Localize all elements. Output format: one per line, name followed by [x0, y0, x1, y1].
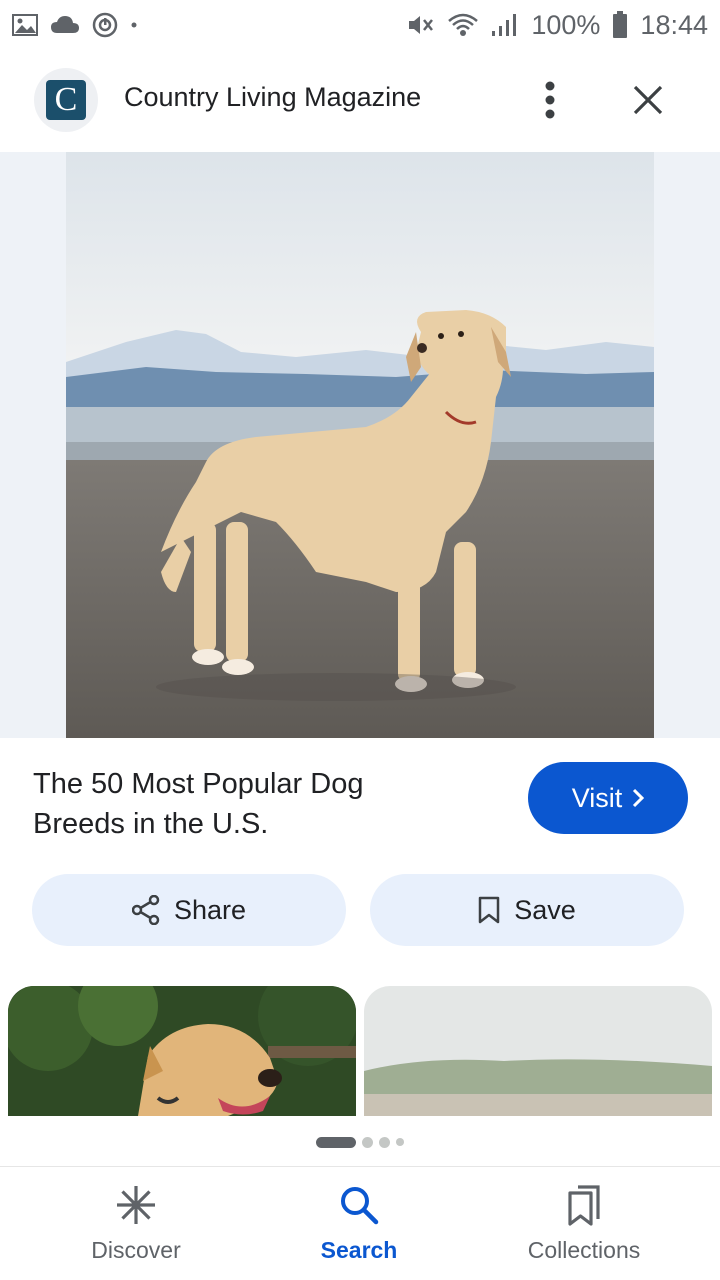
wifi-icon: [447, 12, 479, 38]
collections-icon: [568, 1185, 600, 1226]
visit-button[interactable]: Visit: [528, 762, 688, 834]
asterisk-icon: [117, 1186, 155, 1224]
site-logo[interactable]: C: [34, 68, 98, 132]
nav-discover[interactable]: Discover: [36, 1183, 236, 1273]
cloud-icon: [50, 15, 80, 35]
bookmark-icon: [478, 896, 500, 924]
source-header: C Country Living Magazine: [0, 60, 720, 140]
close-icon: [633, 85, 663, 115]
save-button[interactable]: Save: [370, 874, 684, 946]
sync-icon: [92, 12, 118, 38]
nav-collections-label: Collections: [527, 1237, 641, 1263]
signal-icon: [491, 13, 519, 37]
page-dot: [379, 1136, 390, 1148]
battery-icon: [612, 11, 628, 39]
page-dot-active: [316, 1136, 356, 1148]
share-button[interactable]: Share: [32, 874, 346, 946]
nav-discover-label: Discover: [91, 1237, 181, 1263]
result-title[interactable]: The 50 Most Popular Dog Breeds in the U.…: [33, 764, 453, 844]
related-image-2[interactable]: [364, 986, 712, 1116]
share-icon: [131, 895, 160, 925]
clock: 18:44: [640, 9, 708, 40]
status-bar: 100% 18:44: [0, 0, 720, 50]
close-button[interactable]: [624, 76, 672, 124]
gallery-icon: [12, 14, 38, 36]
battery-percent: 100%: [531, 9, 601, 40]
nav-collections[interactable]: Collections: [484, 1183, 684, 1273]
chevron-right-icon: [633, 788, 645, 808]
mute-icon: [407, 13, 435, 37]
search-icon: [341, 1187, 379, 1225]
nav-search-label: Search: [320, 1237, 398, 1263]
related-image-1[interactable]: [8, 986, 356, 1116]
more-vert-icon: [545, 81, 555, 119]
nav-search[interactable]: Search: [259, 1183, 459, 1273]
visit-button-label: Visit: [571, 782, 623, 813]
dot-icon: [130, 21, 138, 29]
pagination-dots: [0, 1132, 720, 1152]
page-dot: [362, 1136, 373, 1148]
bottom-navigation: Discover Search Collections: [0, 1166, 720, 1280]
share-label: Share: [173, 894, 247, 925]
site-name[interactable]: Country Living Magazine: [124, 82, 421, 113]
more-options-button[interactable]: [528, 74, 572, 126]
save-label: Save: [514, 894, 576, 925]
site-logo-letter: C: [46, 80, 86, 120]
dog-image[interactable]: [66, 152, 654, 738]
page-dot: [396, 1138, 404, 1146]
